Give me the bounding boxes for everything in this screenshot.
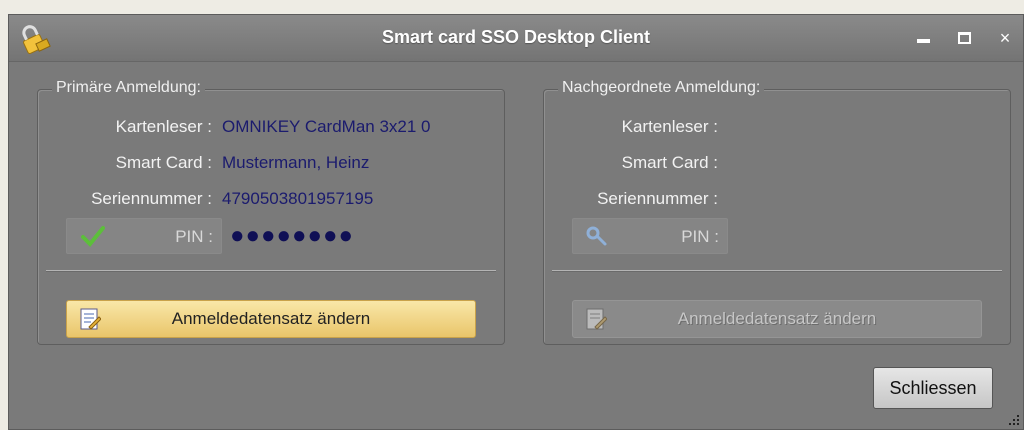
secondary-divider [552, 270, 1002, 272]
secondary-smart-card-row: Smart Card : [544, 152, 1004, 174]
secondary-card-reader-row: Kartenleser : [544, 116, 1004, 138]
card-reader-label: Kartenleser : [115, 117, 212, 136]
secondary-serial-row: Seriennummer : [544, 188, 1004, 210]
pin-label: PIN : [175, 227, 213, 246]
secondary-serial-label: Seriennummer : [597, 189, 718, 208]
pin-button[interactable]: PIN : [66, 218, 222, 254]
change-credentials-button[interactable]: Anmeldedatensatz ändern [66, 300, 476, 338]
close-button[interactable]: Schliessen [873, 367, 993, 409]
maximize-button[interactable] [954, 27, 976, 49]
secondary-card-reader-label: Kartenleser : [621, 117, 718, 136]
serial-row: Seriennummer : 4790503801957195 [38, 188, 498, 210]
primary-login-legend: Primäre Anmeldung: [52, 79, 205, 97]
pin-value: ●●●●●●●● [230, 222, 354, 249]
serial-label: Seriennummer : [91, 189, 212, 208]
maximize-icon [958, 32, 971, 44]
window-title: Smart card SSO Desktop Client [381, 27, 651, 47]
primary-divider [46, 270, 496, 272]
resize-grip-icon[interactable] [1007, 413, 1021, 427]
primary-login-group: Primäre Anmeldung: Kartenleser : OMNIKEY… [37, 79, 505, 345]
secondary-login-legend: Nachgeordnete Anmeldung: [558, 79, 765, 97]
minimize-icon [917, 39, 930, 43]
secondary-login-group: Nachgeordnete Anmeldung: Kartenleser : S… [543, 79, 1011, 345]
app-window: Smart card SSO Desktop Client × Primäre … [8, 14, 1024, 430]
secondary-pin-label: PIN : [681, 227, 719, 246]
key-icon [586, 226, 607, 246]
edit-document-icon [80, 308, 101, 330]
serial-value: 4790503801957195 [222, 189, 374, 208]
card-reader-value: OMNIKEY CardMan 3x21 0 [222, 117, 431, 136]
change-credentials-label: Anmeldedatensatz ändern [171, 309, 371, 328]
edit-document-icon [586, 308, 607, 330]
smart-card-label: Smart Card : [115, 153, 212, 172]
secondary-change-credentials-button[interactable]: Anmeldedatensatz ändern [572, 300, 982, 338]
title-bar[interactable]: Smart card SSO Desktop Client × [9, 15, 1023, 62]
secondary-pin-button[interactable]: PIN : [572, 218, 728, 254]
close-window-button[interactable]: × [994, 27, 1016, 49]
smart-card-row: Smart Card : Mustermann, Heinz [38, 152, 498, 174]
minimize-button[interactable] [913, 27, 935, 49]
secondary-change-credentials-label: Anmeldedatensatz ändern [677, 309, 877, 328]
checkmark-icon [81, 226, 105, 247]
smart-card-value: Mustermann, Heinz [222, 153, 370, 172]
secondary-smart-card-label: Smart Card : [621, 153, 718, 172]
card-reader-row: Kartenleser : OMNIKEY CardMan 3x21 0 [38, 116, 498, 138]
